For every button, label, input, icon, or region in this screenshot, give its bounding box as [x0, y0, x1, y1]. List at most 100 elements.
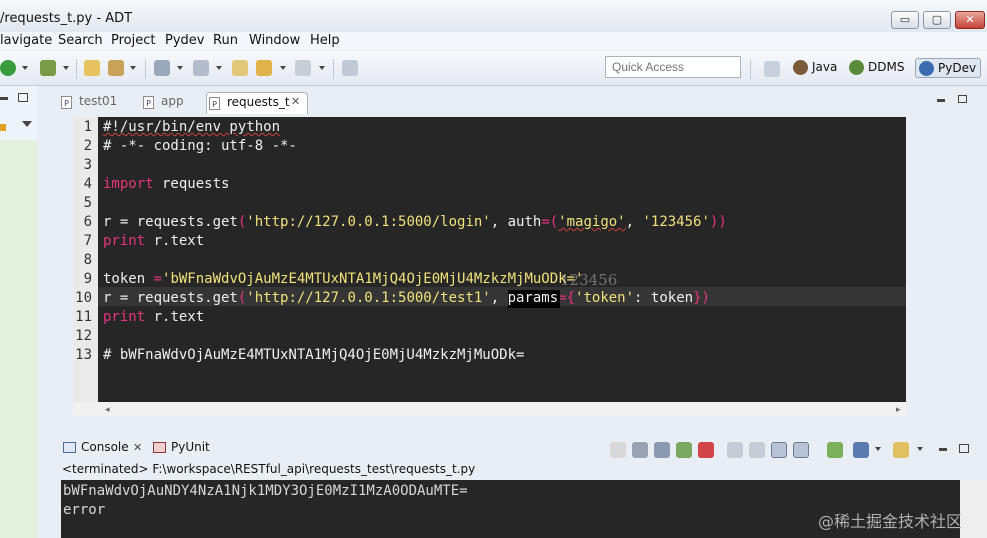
paren: =( [541, 214, 559, 230]
console-vertical-scrollbar[interactable] [960, 480, 987, 538]
line-number: 2 [83, 138, 92, 154]
paren: }) [693, 290, 710, 306]
annotation-dropdown-icon[interactable] [177, 66, 183, 70]
run-external-icon[interactable] [40, 60, 56, 76]
code-line-9: token ='bWFnaWdvOjAuMzE4MTUxNTA1MjQ4OjE0… [103, 271, 583, 287]
minimize-view-icon[interactable] [0, 97, 8, 100]
toolbar-separator [750, 59, 751, 79]
menu-search[interactable]: Search [58, 33, 103, 48]
maximize-view-icon[interactable] [18, 93, 28, 102]
close-button[interactable]: ✕ [955, 11, 985, 29]
clear-console-icon[interactable] [727, 442, 743, 458]
last-edit-icon[interactable] [232, 60, 248, 76]
run-icon[interactable] [0, 60, 16, 76]
paren: ={ [558, 290, 576, 306]
code-text: requests [153, 176, 230, 192]
terminated-status: <terminated> F:\workspace\RESTful_api\re… [62, 462, 476, 476]
tab-pyunit[interactable]: PyUnit [151, 440, 221, 454]
menu-navigate[interactable]: lavigate [0, 33, 52, 48]
maximize-console-icon[interactable] [959, 444, 969, 453]
minimize-button[interactable]: ▭ [891, 11, 919, 29]
line-number: 7 [83, 233, 92, 249]
console-icon [63, 442, 76, 453]
perspective-java[interactable]: Java [790, 58, 841, 78]
menu-window[interactable]: Window [249, 33, 300, 48]
forward-dropdown-icon[interactable] [319, 66, 325, 70]
code-line-11: print r.text [103, 309, 204, 325]
scroll-left-icon[interactable]: ◂ [105, 405, 110, 415]
line-number: 11 [75, 309, 92, 325]
remove-launch-icon[interactable] [632, 442, 648, 458]
line-number: 8 [83, 252, 92, 268]
perspective-pydev[interactable]: PyDev [915, 58, 981, 78]
code-line-13: # bWFnaWdvOjAuMzE4MTUxNTA1MjQ4OjE0MjU4Mz… [103, 347, 525, 363]
keyword: print [103, 309, 146, 325]
back-dropdown-icon[interactable] [280, 66, 286, 70]
string-literal: 'token' [575, 290, 635, 306]
word-wrap-icon[interactable] [771, 442, 787, 458]
code-text: params [507, 290, 559, 306]
remove-all-icon[interactable] [654, 442, 670, 458]
restore-editor-icon[interactable] [958, 95, 967, 103]
open-folder-icon[interactable] [84, 60, 100, 76]
tab-requests-t[interactable]: P requests_t ✕ [206, 92, 308, 114]
line-number: 12 [75, 328, 92, 344]
minimize-console-icon[interactable] [939, 448, 947, 451]
close-tab-icon[interactable]: ✕ [133, 441, 142, 454]
menu-project[interactable]: Project [111, 33, 155, 48]
wand-icon[interactable] [108, 60, 124, 76]
string-literal: 'bWFnaWdvOjAuMzE4MTUxNTA1MjQ4OjE0MjU4Mzk… [162, 271, 584, 287]
open-perspective-icon[interactable] [764, 61, 780, 77]
display-console-dropdown-icon[interactable] [875, 447, 881, 451]
view-menu-icon[interactable] [22, 121, 32, 127]
code-editor[interactable]: 1 2 3 4 5 6 7 8 9 10 11 12 13 #!/usr/bin… [73, 117, 906, 402]
code-line-4: import requests [103, 176, 229, 192]
show-console-icon[interactable] [793, 442, 809, 458]
line-number-gutter: 1 2 3 4 5 6 7 8 9 10 11 12 13 [73, 117, 98, 402]
menu-help[interactable]: Help [310, 33, 340, 48]
code-text: , [490, 290, 508, 306]
close-tab-icon[interactable]: ✕ [291, 95, 300, 108]
python-file-icon: P [209, 97, 220, 110]
code-line-2: # -*- coding: utf-8 -*- [103, 138, 297, 154]
external-dropdown-icon[interactable] [63, 66, 69, 70]
line-number: 1 [83, 119, 92, 135]
tab-test01[interactable]: P test01 [59, 94, 133, 114]
code-line-6: r = requests.get('http://127.0.0.1:5000/… [103, 214, 727, 230]
maximize-button[interactable]: ▢ [923, 11, 951, 29]
stop-icon[interactable] [698, 442, 714, 458]
pin-console-icon[interactable] [827, 442, 843, 458]
run-dropdown-icon[interactable] [22, 66, 28, 70]
editor-tab-bar: P test01 P app P requests_t ✕ [55, 90, 987, 116]
code-text: , auth [490, 214, 542, 230]
pin-editor-icon[interactable] [342, 60, 358, 76]
minimize-editor-icon[interactable] [937, 99, 945, 102]
open-console-icon[interactable] [893, 442, 909, 458]
terminate-icon[interactable] [610, 442, 626, 458]
link-editor-icon[interactable] [0, 124, 6, 131]
open-console-dropdown-icon[interactable] [917, 447, 923, 451]
code-line-1: #!/usr/bin/env python [103, 119, 281, 135]
tab-console[interactable]: Console ✕ [61, 440, 145, 454]
editor-horizontal-scrollbar[interactable]: ◂ ▸ [73, 402, 906, 416]
display-console-icon[interactable] [853, 442, 869, 458]
back-arrow-icon[interactable] [256, 60, 272, 76]
pyunit-icon [153, 442, 166, 453]
console-output-line: bWFnaWdvOjAuNDY4NzA1Njk1MDY3OjE0MzI1MzA0… [63, 483, 468, 499]
scroll-lock-icon[interactable] [749, 442, 765, 458]
annotation-icon[interactable] [154, 60, 170, 76]
menu-run[interactable]: Run [213, 33, 238, 48]
tab-app[interactable]: P app [141, 94, 201, 114]
perspective-ddms[interactable]: DDMS [846, 58, 908, 78]
next-annotation-dropdown-icon[interactable] [216, 66, 222, 70]
toolbar-separator [145, 59, 146, 79]
code-text: , [625, 214, 643, 230]
forward-arrow-icon[interactable] [295, 60, 311, 76]
quick-access-input[interactable] [605, 56, 741, 78]
console-output-line: error [63, 502, 106, 518]
wand-dropdown-icon[interactable] [130, 66, 136, 70]
scroll-right-icon[interactable]: ▸ [896, 405, 901, 415]
next-annotation-icon[interactable] [193, 60, 209, 76]
debug-icon[interactable] [676, 442, 692, 458]
menu-pydev[interactable]: Pydev [165, 33, 204, 48]
